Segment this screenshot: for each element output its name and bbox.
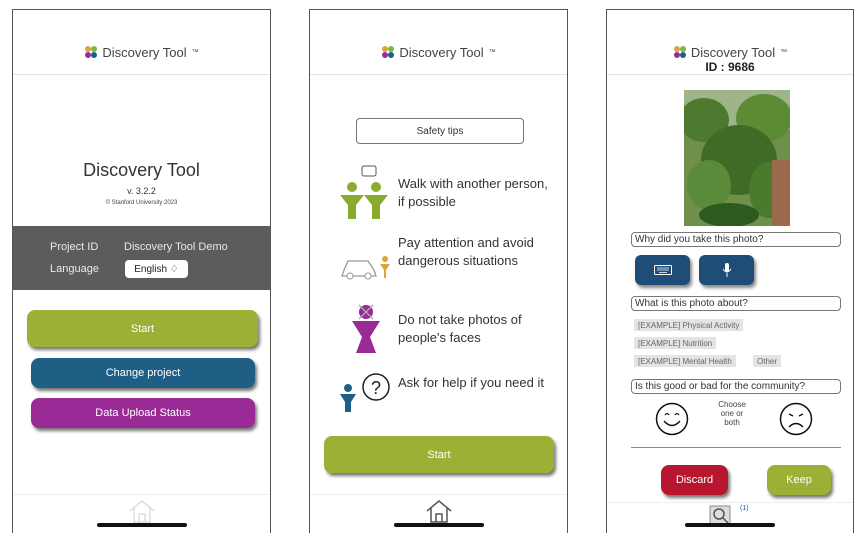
- queue-count-badge: (1): [740, 505, 749, 512]
- tip-no-face-photos: Do not take photos of people's faces: [398, 312, 522, 345]
- pinwheel-logo-icon: [382, 46, 395, 58]
- why-question-label: Why did you take this photo?: [631, 232, 841, 247]
- trademark: ™: [191, 48, 199, 56]
- app-title: Discovery Tool: [83, 160, 200, 180]
- photo-review-screen: Discovery Tool ™ ID : 9686 Why did you ta…: [606, 9, 854, 533]
- discard-button[interactable]: Discard: [661, 465, 728, 495]
- app-header: Discovery Tool ™: [310, 10, 567, 75]
- good-bad-question-label: Is this good or bad for the community?: [631, 379, 841, 394]
- bottom-nav: (1): [607, 502, 853, 533]
- tag-other[interactable]: Other: [753, 355, 782, 367]
- tip-ask-for-help: Ask for help if you need it: [398, 375, 544, 390]
- project-id-value: Discovery Tool Demo: [124, 241, 228, 253]
- app-brand: Discovery Tool ™: [381, 44, 496, 60]
- data-upload-status-button[interactable]: Data Upload Status: [31, 398, 255, 428]
- start-button[interactable]: Start: [27, 310, 258, 347]
- brand-name: Discovery Tool: [399, 44, 484, 60]
- keep-button[interactable]: Keep: [767, 465, 831, 495]
- app-brand: Discovery Tool ™: [84, 44, 199, 60]
- tag-mental-health[interactable]: [EXAMPLE] Mental Health: [634, 355, 736, 367]
- language-label: Language: [50, 263, 99, 275]
- tip-pay-attention: Pay attention and avoid dangerous situat…: [398, 235, 534, 268]
- choose-instruction: Choose one or both: [718, 400, 746, 427]
- sad-face-icon[interactable]: [779, 402, 813, 436]
- keyboard-input-button[interactable]: [635, 255, 690, 285]
- copyright-text: © Stanford University 2023: [105, 200, 178, 206]
- project-id-label: Project ID: [50, 241, 99, 253]
- home-screen: Discovery Tool ™ Discovery Tool v. 3.2.2 …: [12, 9, 271, 533]
- home-icon[interactable]: [127, 498, 157, 524]
- happy-face-icon[interactable]: [655, 402, 689, 436]
- ask-help-icon: ?: [340, 373, 390, 412]
- brand-name: Discovery Tool: [690, 44, 776, 60]
- microphone-icon: [722, 263, 731, 277]
- home-indicator: [685, 523, 775, 527]
- divider: [631, 447, 841, 448]
- voice-input-button[interactable]: [699, 255, 754, 285]
- version-text: v. 3.2.2: [127, 186, 156, 196]
- tip-walk-with-another: Walk with another person, if possible: [398, 176, 548, 209]
- safety-tips-screen: Discovery Tool ™ Safety tips Walk with an…: [309, 9, 568, 533]
- photo-id: ID : 9686: [705, 60, 755, 74]
- no-face-photo-icon: [352, 304, 380, 353]
- pinwheel-logo-icon: [673, 46, 686, 58]
- change-project-button[interactable]: Change project: [31, 358, 255, 388]
- gallery-search-icon[interactable]: [709, 505, 731, 525]
- trademark: ™: [780, 48, 788, 56]
- home-indicator: [96, 523, 187, 527]
- trademark: ™: [488, 48, 496, 56]
- svg-text:?: ?: [371, 378, 381, 398]
- tag-nutrition[interactable]: [EXAMPLE] Nutrition: [634, 337, 717, 349]
- pinwheel-logo-icon: [85, 46, 98, 58]
- safety-tips-heading: Safety tips: [356, 118, 524, 144]
- bottom-nav: [13, 494, 270, 533]
- what-question-label: What is this photo about?: [631, 296, 841, 311]
- captured-photo: [684, 90, 790, 226]
- bottom-nav: [310, 494, 567, 533]
- project-settings-panel: Project ID Discovery Tool Demo Language …: [13, 226, 270, 290]
- language-select[interactable]: English ♢: [125, 260, 188, 278]
- home-icon[interactable]: [424, 498, 454, 524]
- brand-name: Discovery Tool: [102, 44, 187, 60]
- app-header: Discovery Tool ™: [13, 10, 270, 75]
- keyboard-icon: [653, 265, 672, 275]
- car-pedestrian-icon: [341, 256, 390, 280]
- tag-physical-activity[interactable]: [EXAMPLE] Physical Activity: [634, 319, 744, 331]
- home-indicator: [393, 523, 484, 527]
- two-people-icon: [340, 165, 388, 219]
- start-button[interactable]: Start: [324, 436, 554, 473]
- app-brand: Discovery Tool ™: [673, 45, 787, 60]
